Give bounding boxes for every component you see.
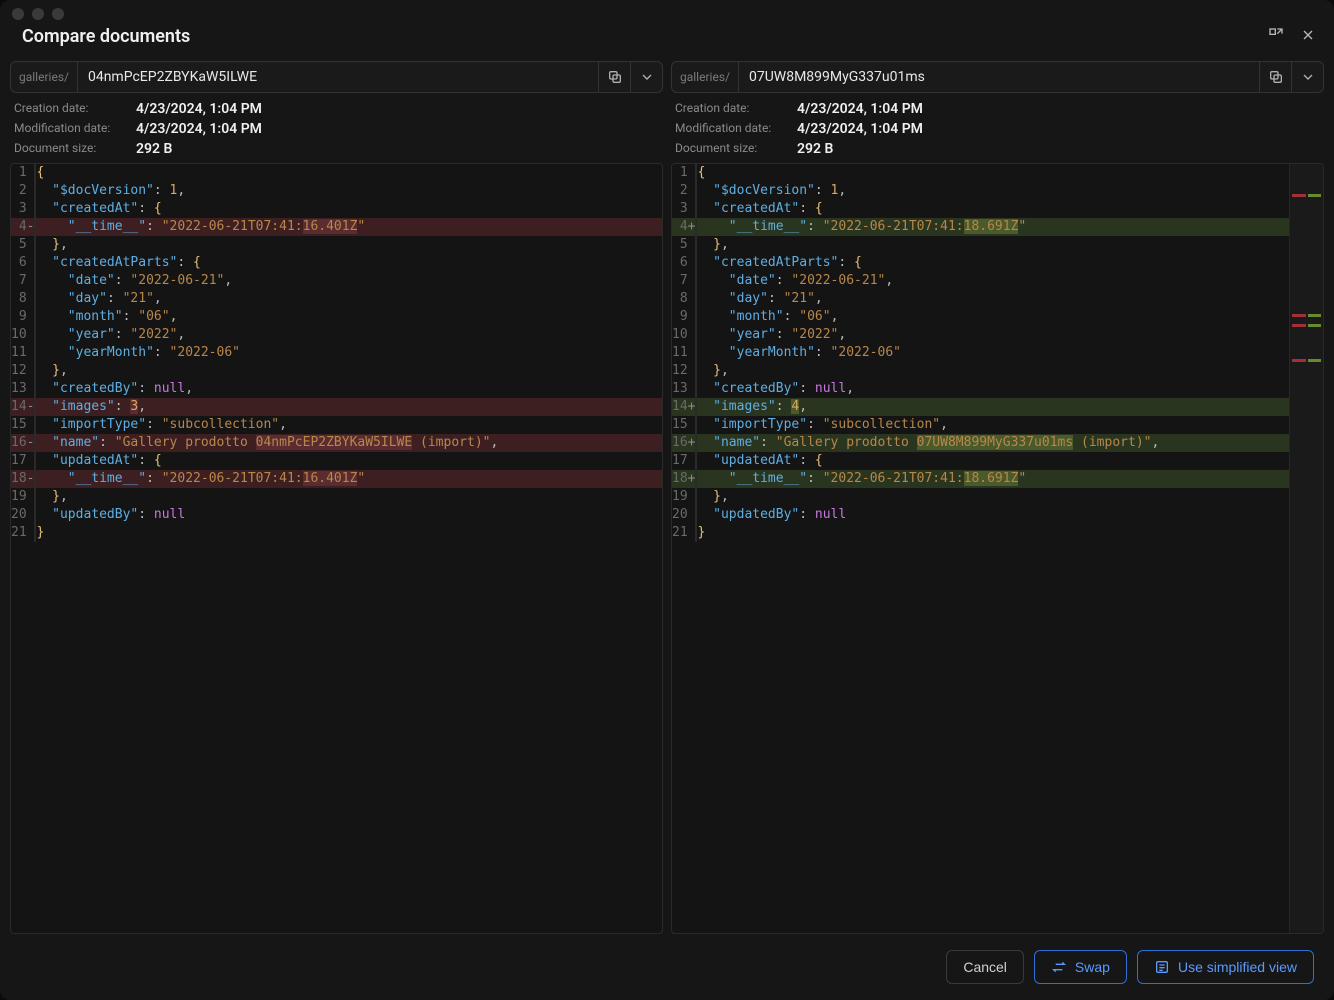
modification-date-label: Modification date: [14,121,126,137]
simplified-view-label: Use simplified view [1178,959,1297,975]
fullscreen-icon[interactable] [1268,27,1284,47]
dropdown-button[interactable] [1291,62,1323,92]
diff-pane: galleries/ 04nmPcEP2ZBYKaW5ILWE Creation… [10,61,663,934]
copy-button[interactable] [598,62,630,92]
swap-button-label: Swap [1075,959,1110,975]
dialog-header: Compare documents [0,20,1334,61]
document-meta: Creation date: 4/23/2024, 1:04 PM Modifi… [10,101,663,157]
code-content: 1{2 "$docVersion": 1,3 "createdAt": {4- … [11,164,662,542]
dialog-title: Compare documents [22,26,190,47]
document-meta: Creation date: 4/23/2024, 1:04 PM Modifi… [671,101,1324,157]
compare-dialog: Compare documents galleries/ 04nmPcEP2ZB… [0,0,1334,1000]
document-size-label: Document size: [14,141,126,157]
cancel-button[interactable]: Cancel [946,950,1024,984]
copy-button[interactable] [1259,62,1291,92]
creation-date-label: Creation date: [14,101,126,117]
document-path-input[interactable]: galleries/ 04nmPcEP2ZBYKaW5ILWE [10,61,663,93]
path-prefix: galleries/ [11,62,78,92]
creation-date-value: 4/23/2024, 1:04 PM [797,101,1320,117]
document-size-label: Document size: [675,141,787,157]
close-icon[interactable] [1300,27,1316,47]
titlebar [0,0,1334,20]
traffic-close[interactable] [12,8,24,20]
document-size-value: 292 B [797,141,1320,157]
traffic-min[interactable] [32,8,44,20]
dropdown-button[interactable] [630,62,662,92]
document-size-value: 292 B [136,141,659,157]
document-path-input[interactable]: galleries/ 07UW8M899MyG337u01ms [671,61,1324,93]
creation-date-label: Creation date: [675,101,787,117]
modification-date-value: 4/23/2024, 1:04 PM [797,121,1320,137]
swap-button[interactable]: Swap [1034,950,1127,984]
path-doc-id: 07UW8M899MyG337u01ms [739,62,1259,92]
header-actions [1268,27,1316,47]
creation-date-value: 4/23/2024, 1:04 PM [136,101,659,117]
code-content: 1{2 "$docVersion": 1,3 "createdAt": {4+ … [672,164,1323,542]
diff-pane: galleries/ 07UW8M899MyG337u01ms Creation… [671,61,1324,934]
code-editor[interactable]: 1{2 "$docVersion": 1,3 "createdAt": {4- … [10,163,663,934]
path-prefix: galleries/ [672,62,739,92]
code-editor[interactable]: 1{2 "$docVersion": 1,3 "createdAt": {4+ … [671,163,1324,934]
minimap[interactable] [1289,164,1323,933]
modification-date-label: Modification date: [675,121,787,137]
simplified-view-button[interactable]: Use simplified view [1137,950,1314,984]
dialog-footer: Cancel Swap Use simplified view [0,934,1334,1000]
path-doc-id: 04nmPcEP2ZBYKaW5ILWE [78,62,598,92]
traffic-max[interactable] [52,8,64,20]
modification-date-value: 4/23/2024, 1:04 PM [136,121,659,137]
